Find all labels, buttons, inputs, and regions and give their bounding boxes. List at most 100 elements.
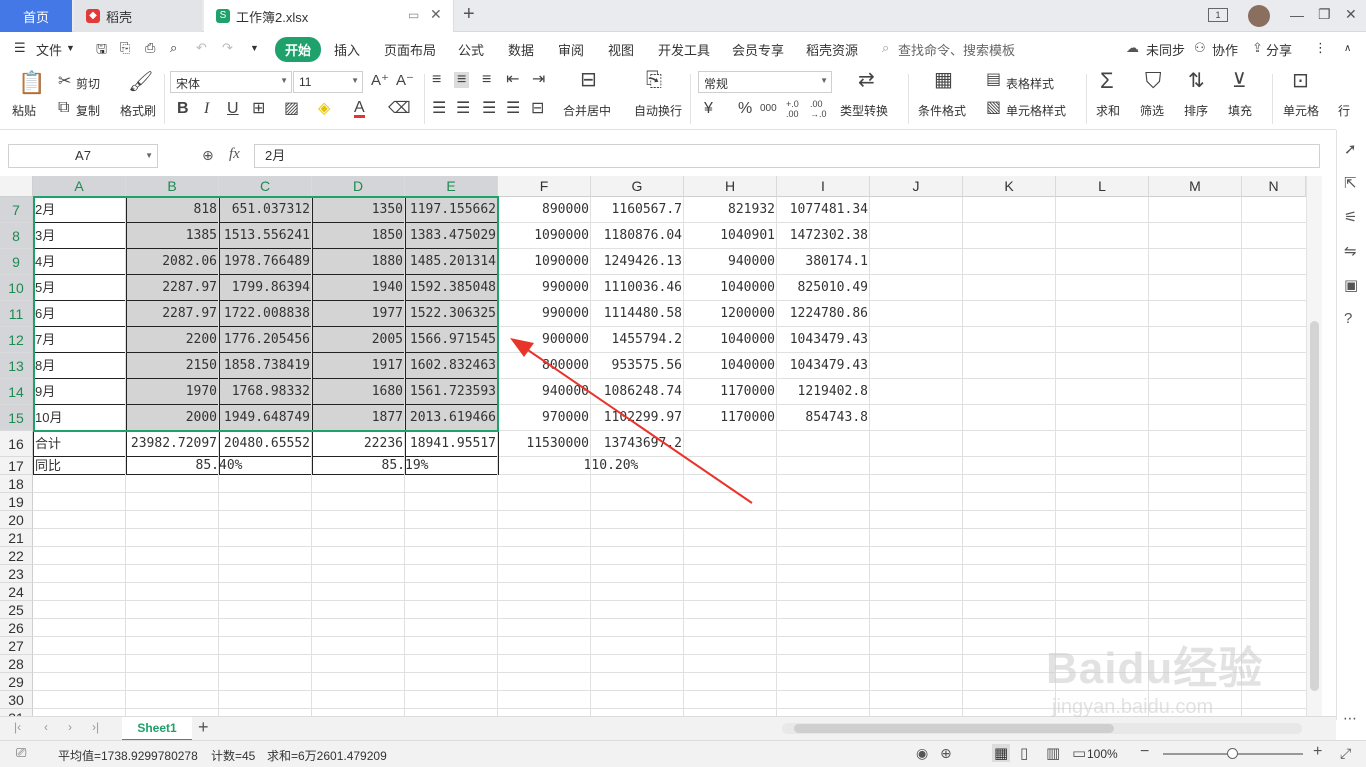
conditional-format-button[interactable]: 条件格式 [918, 102, 966, 119]
font-size-select[interactable]: 11 ▼ [293, 71, 363, 93]
filter-icon[interactable]: ⛉ [1145, 70, 1162, 92]
zoom-slider-thumb[interactable] [1227, 748, 1238, 759]
zoom-level[interactable]: 100% [1087, 747, 1118, 761]
sort-icon[interactable]: ⇅ [1188, 70, 1205, 92]
menu-home[interactable]: 开始 [275, 37, 322, 62]
currency-button[interactable]: ¥ [704, 101, 713, 117]
row-col-button[interactable]: 行 [1338, 102, 1350, 119]
menu-file[interactable]: 文件 [36, 40, 62, 59]
quick-access-more-icon[interactable]: ▼ [250, 43, 259, 53]
cell-button[interactable]: 单元格 [1283, 102, 1319, 119]
menu-formulas[interactable]: 公式 [458, 40, 484, 59]
formula-input[interactable]: 2月 [254, 144, 1320, 168]
eye-protection-icon[interactable]: ◉ [916, 745, 928, 762]
image-icon[interactable]: ▣ [1344, 276, 1358, 294]
undo-icon[interactable]: ↶ [196, 40, 207, 56]
menu-member[interactable]: 会员专享 [732, 40, 784, 59]
sort-button[interactable]: 排序 [1184, 102, 1208, 119]
font-color-button[interactable]: A [354, 100, 365, 118]
collaborate-button[interactable]: 协作 [1212, 40, 1238, 59]
cross-highlight-icon[interactable]: ⊕ [940, 745, 952, 762]
redo-icon[interactable]: ↷ [222, 40, 233, 56]
cell-style-button[interactable]: 单元格样式 [1006, 102, 1066, 119]
new-tab-icon[interactable]: + [463, 3, 475, 26]
sum-icon[interactable]: Σ [1100, 70, 1114, 92]
increase-decimal-button[interactable]: +.0 .00 [786, 99, 806, 119]
paste-icon[interactable]: 📋 [18, 72, 45, 94]
underline-button[interactable]: U [227, 101, 239, 117]
italic-button[interactable]: I [204, 101, 209, 117]
menu-data[interactable]: 数据 [508, 40, 534, 59]
fullscreen-icon[interactable]: ⤢ [1340, 745, 1351, 762]
merge-center-icon[interactable]: ⊟ [580, 70, 597, 90]
print-icon[interactable]: ⎙ [145, 40, 155, 56]
vertical-scroll-thumb[interactable] [1310, 321, 1319, 691]
avatar[interactable] [1248, 5, 1270, 27]
add-sheet-icon[interactable]: + [198, 717, 209, 738]
zoom-in-icon[interactable]: + [1313, 743, 1322, 761]
page-layout-view-icon[interactable]: ▯ [1020, 744, 1028, 762]
name-box[interactable]: A7 ▼ [8, 144, 158, 168]
merge-center-button[interactable]: 合并居中 [563, 102, 611, 119]
menu-page-layout[interactable]: 页面布局 [384, 40, 436, 59]
more-options-icon[interactable]: ⋮ [1314, 40, 1327, 56]
table-style-icon[interactable]: ▤ [986, 72, 1001, 88]
zoom-slider[interactable] [1163, 748, 1303, 759]
collapse-ribbon-icon[interactable]: ∧ [1344, 43, 1351, 54]
more-icon[interactable]: ⋯ [1343, 710, 1357, 727]
align-bottom-icon[interactable]: ≡ [482, 72, 491, 88]
align-center-icon[interactable]: ☰ [456, 101, 470, 117]
paste-button[interactable]: 粘贴 [12, 102, 36, 119]
decrease-font-icon[interactable]: A⁻ [396, 73, 414, 89]
wrap-text-icon[interactable]: ⎘ [646, 70, 662, 90]
zoom-formula-icon[interactable]: ⊕ [202, 147, 214, 164]
next-sheet-icon[interactable]: › [68, 720, 72, 734]
horizontal-scrollbar[interactable] [782, 723, 1302, 734]
filter-button[interactable]: 筛选 [1140, 102, 1164, 119]
menu-review[interactable]: 审阅 [558, 40, 584, 59]
distribute-icon[interactable]: ⊟ [531, 101, 544, 117]
type-convert-button[interactable]: 类型转换 [840, 102, 888, 119]
tab-daoke[interactable]: ◆ 稻壳 [74, 0, 202, 32]
restore-icon[interactable]: ❐ [1318, 6, 1331, 23]
spreadsheet-grid[interactable]: ABCDEFGHIJKLMN 7 8 9 10 11 12 13 14 15 16 17 18 19 20… [0, 176, 1306, 716]
print-preview-icon[interactable]: ⌕ [170, 40, 177, 56]
share-button[interactable]: 分享 [1266, 40, 1292, 59]
sheet-tab-sheet1[interactable]: Sheet1 [122, 717, 192, 741]
hamburger-icon[interactable]: ☰ [14, 40, 26, 56]
fill-pattern-icon[interactable]: ▨ [284, 101, 299, 117]
workspace-icon[interactable]: 1 [1208, 8, 1228, 22]
last-sheet-icon[interactable]: ›| [92, 720, 99, 734]
increase-font-icon[interactable]: A⁺ [371, 73, 389, 89]
fill-button[interactable]: 填充 [1228, 102, 1252, 119]
horizontal-scroll-thumb[interactable] [794, 724, 1114, 733]
tab-document[interactable]: S 工作簿2.xlsx ▭ ✕ [204, 0, 454, 32]
chevron-down-icon[interactable]: ▼ [66, 43, 75, 53]
cell-style-icon[interactable]: ▧ [986, 100, 1001, 116]
align-middle-icon[interactable]: ≡ [454, 72, 470, 88]
cut-icon[interactable]: ✂ [58, 74, 71, 90]
tab-home[interactable]: 首页 [0, 0, 72, 32]
normal-view-icon[interactable]: ▦ [992, 744, 1011, 762]
macro-record-icon[interactable]: ⎚ [16, 745, 26, 761]
page-break-view-icon[interactable]: ▥ [1046, 744, 1060, 762]
percent-button[interactable]: % [738, 101, 752, 117]
menu-view[interactable]: 视图 [608, 40, 634, 59]
conditional-format-icon[interactable]: ▦ [934, 70, 953, 90]
function-icon[interactable]: fx [229, 146, 240, 163]
command-search-input[interactable]: 查找命令、搜索模板 [898, 40, 1015, 59]
number-format-select[interactable]: 常规 ▼ [698, 71, 832, 93]
align-right-icon[interactable]: ☰ [482, 101, 496, 117]
transform-icon[interactable]: ⇋ [1344, 242, 1357, 260]
font-name-select[interactable]: 宋体 ▼ [170, 71, 292, 93]
indent-decrease-icon[interactable]: ⇤ [506, 72, 519, 88]
copy-icon[interactable]: ⧉ [58, 100, 69, 116]
fill-icon[interactable]: ⊻ [1232, 70, 1247, 92]
type-convert-icon[interactable]: ⇄ [858, 70, 875, 90]
justify-icon[interactable]: ☰ [506, 101, 520, 117]
decrease-decimal-button[interactable]: .00 →.0 [810, 99, 830, 119]
menu-developer[interactable]: 开发工具 [658, 40, 710, 59]
vertical-scrollbar[interactable] [1306, 176, 1322, 716]
float-window-icon[interactable]: ▭ [408, 8, 419, 22]
clear-format-icon[interactable]: ⌫ [388, 101, 411, 117]
